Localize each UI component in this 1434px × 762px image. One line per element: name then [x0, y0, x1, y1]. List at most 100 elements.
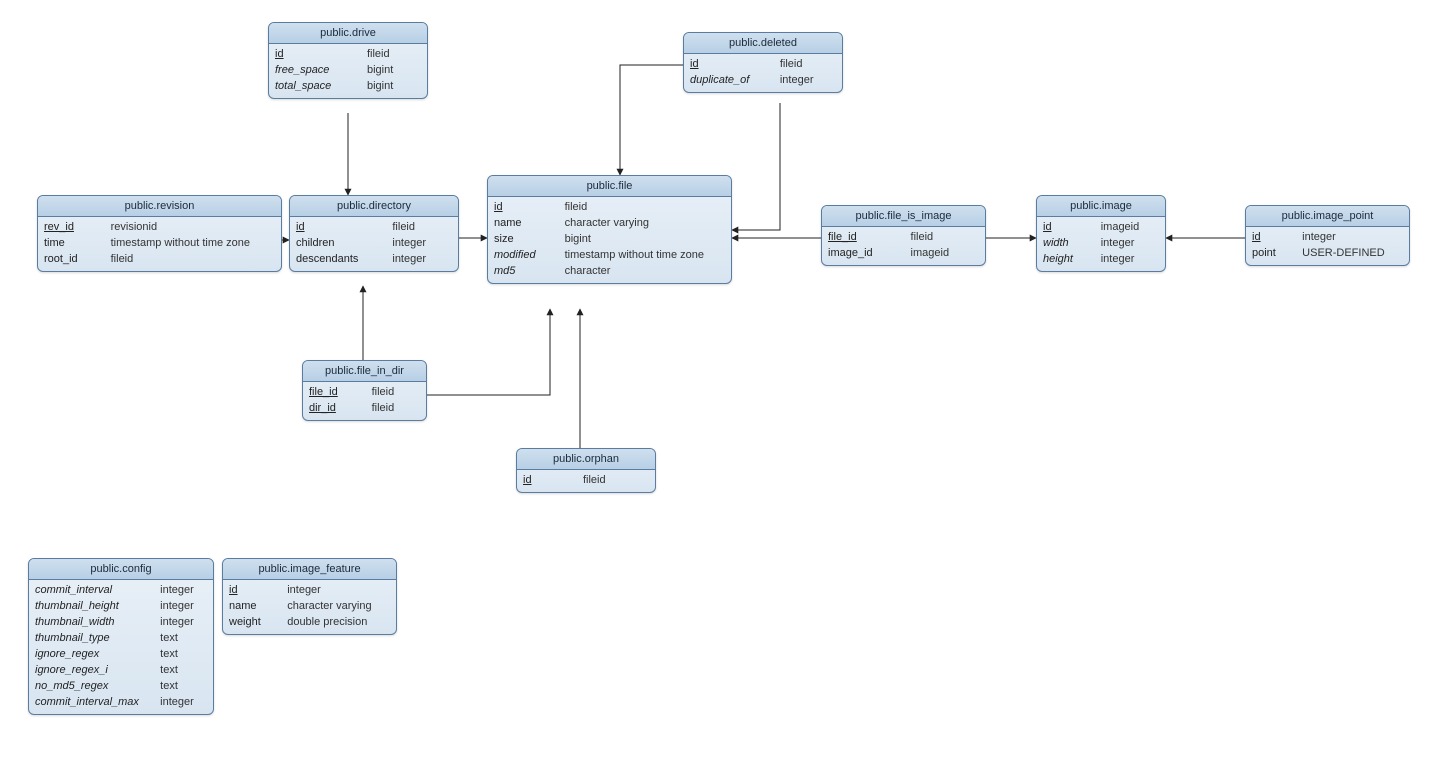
- column-name: thumbnail_height: [35, 600, 152, 612]
- column-type: USER-DEFINED: [1302, 247, 1403, 259]
- table-revision[interactable]: public.revisionrev_idrevisionidtimetimes…: [37, 195, 282, 272]
- table-title: public.directory: [290, 196, 458, 217]
- table-body: rev_idrevisionidtimetimestamp without ti…: [38, 217, 281, 271]
- column-name: total_space: [275, 80, 359, 92]
- column-name: id: [229, 584, 279, 596]
- table-file_in_dir[interactable]: public.file_in_dirfile_idfileiddir_idfil…: [302, 360, 427, 421]
- column-name: id: [1252, 231, 1294, 243]
- table-title: public.image: [1037, 196, 1165, 217]
- column-name: modified: [494, 249, 557, 261]
- column-type: integer: [160, 616, 207, 628]
- column-name: commit_interval_max: [35, 696, 152, 708]
- column-type: bigint: [565, 233, 725, 245]
- table-body: id imageid width integer height integer: [1037, 217, 1165, 271]
- column-name: md5: [494, 265, 557, 277]
- table-body: idfileidfree_spacebiginttotal_spacebigin…: [269, 44, 427, 98]
- column-name: id: [275, 48, 359, 60]
- column-name: point: [1252, 247, 1294, 259]
- table-title: public.config: [29, 559, 213, 580]
- column-name: no_md5_regex: [35, 680, 152, 692]
- er-diagram-canvas: { "tables": { "drive": { "title": "publi…: [0, 0, 1434, 762]
- column-type: character varying: [565, 217, 725, 229]
- table-image_feature[interactable]: public.image_featureidintegernamecharact…: [222, 558, 397, 635]
- column-name: size: [494, 233, 557, 245]
- column-type: fileid: [911, 231, 979, 243]
- column-name: id: [1043, 221, 1093, 233]
- column-type: fileid: [372, 402, 420, 414]
- column-name: name: [494, 217, 557, 229]
- column-name: free_space: [275, 64, 359, 76]
- column-type: fileid: [367, 48, 421, 60]
- column-type: integer: [1101, 253, 1159, 265]
- column-name: rev_id: [44, 221, 103, 233]
- column-name: image_id: [828, 247, 903, 259]
- column-name: height: [1043, 253, 1093, 265]
- column-name: id: [690, 58, 772, 70]
- table-body: idintegernamecharacter varyingweightdoub…: [223, 580, 396, 634]
- table-drive[interactable]: public.drive id fileid free_spacebigint tota…: [268, 22, 428, 99]
- connector-file_in_dir-to-file: [427, 309, 550, 395]
- column-name: width: [1043, 237, 1093, 249]
- table-body: idfileidnamecharacter varyingsizebigintm…: [488, 197, 731, 283]
- column-type: bigint: [367, 80, 421, 92]
- column-name: thumbnail_type: [35, 632, 152, 644]
- column-type: fileid: [780, 58, 836, 70]
- connectors-layer: [0, 0, 1434, 762]
- column-name: ignore_regex_i: [35, 664, 152, 676]
- column-type: integer: [160, 696, 207, 708]
- column-type: text: [160, 632, 207, 644]
- column-type: integer: [392, 237, 452, 249]
- column-name: duplicate_of: [690, 74, 772, 86]
- column-type: text: [160, 648, 207, 660]
- table-title: public.revision: [38, 196, 281, 217]
- column-type: text: [160, 680, 207, 692]
- column-name: descendants: [296, 253, 384, 265]
- table-image_point[interactable]: public.image_pointidintegerpointUSER-DEF…: [1245, 205, 1410, 266]
- column-type: timestamp without time zone: [111, 237, 275, 249]
- table-body: file_id fileid image_id imageid: [822, 227, 985, 265]
- column-type: revisionid: [111, 221, 275, 233]
- table-title: public.file: [488, 176, 731, 197]
- column-type: integer: [160, 600, 207, 612]
- table-file_is_image[interactable]: public.file_is_image file_id fileid image_i…: [821, 205, 986, 266]
- column-name: id: [523, 474, 575, 486]
- table-orphan[interactable]: public.orphan id fileid: [516, 448, 656, 493]
- column-type: fileid: [392, 221, 452, 233]
- table-body: idfileidchildrenintegerdescendantsintege…: [290, 217, 458, 271]
- column-name: ignore_regex: [35, 648, 152, 660]
- table-body: id fileid duplicate_of integer: [684, 54, 842, 92]
- column-type: integer: [160, 584, 207, 596]
- column-type: imageid: [1101, 221, 1159, 233]
- column-name: commit_interval: [35, 584, 152, 596]
- column-name: children: [296, 237, 384, 249]
- column-type: fileid: [565, 201, 725, 213]
- table-image[interactable]: public.image id imageid width integer heighti…: [1036, 195, 1166, 272]
- table-title: public.file_is_image: [822, 206, 985, 227]
- column-type: integer: [1302, 231, 1403, 243]
- column-name: thumbnail_width: [35, 616, 152, 628]
- table-title: public.image_feature: [223, 559, 396, 580]
- table-deleted[interactable]: public.deleted id fileid duplicate_of intege…: [683, 32, 843, 93]
- column-type: integer: [1101, 237, 1159, 249]
- table-config[interactable]: public.configcommit_intervalintegerthumb…: [28, 558, 214, 715]
- column-name: file_id: [828, 231, 903, 243]
- column-type: imageid: [911, 247, 979, 259]
- column-name: root_id: [44, 253, 103, 265]
- column-type: timestamp without time zone: [565, 249, 725, 261]
- table-directory[interactable]: public.directory id fileid children integer d…: [289, 195, 459, 272]
- column-type: integer: [287, 584, 390, 596]
- table-title: public.drive: [269, 23, 427, 44]
- column-name: name: [229, 600, 279, 612]
- column-type: integer: [780, 74, 836, 86]
- table-body: commit_intervalintegerthumbnail_heightin…: [29, 580, 213, 714]
- table-body: id integer point USER-DEFINED: [1246, 227, 1409, 265]
- column-name: id: [494, 201, 557, 213]
- table-file[interactable]: public.file id fileid name character varying…: [487, 175, 732, 284]
- column-type: fileid: [372, 386, 420, 398]
- connector-deleted-left-to-file: [620, 65, 683, 175]
- column-name: id: [296, 221, 384, 233]
- table-title: public.orphan: [517, 449, 655, 470]
- column-name: dir_id: [309, 402, 364, 414]
- column-type: fileid: [583, 474, 649, 486]
- table-title: public.deleted: [684, 33, 842, 54]
